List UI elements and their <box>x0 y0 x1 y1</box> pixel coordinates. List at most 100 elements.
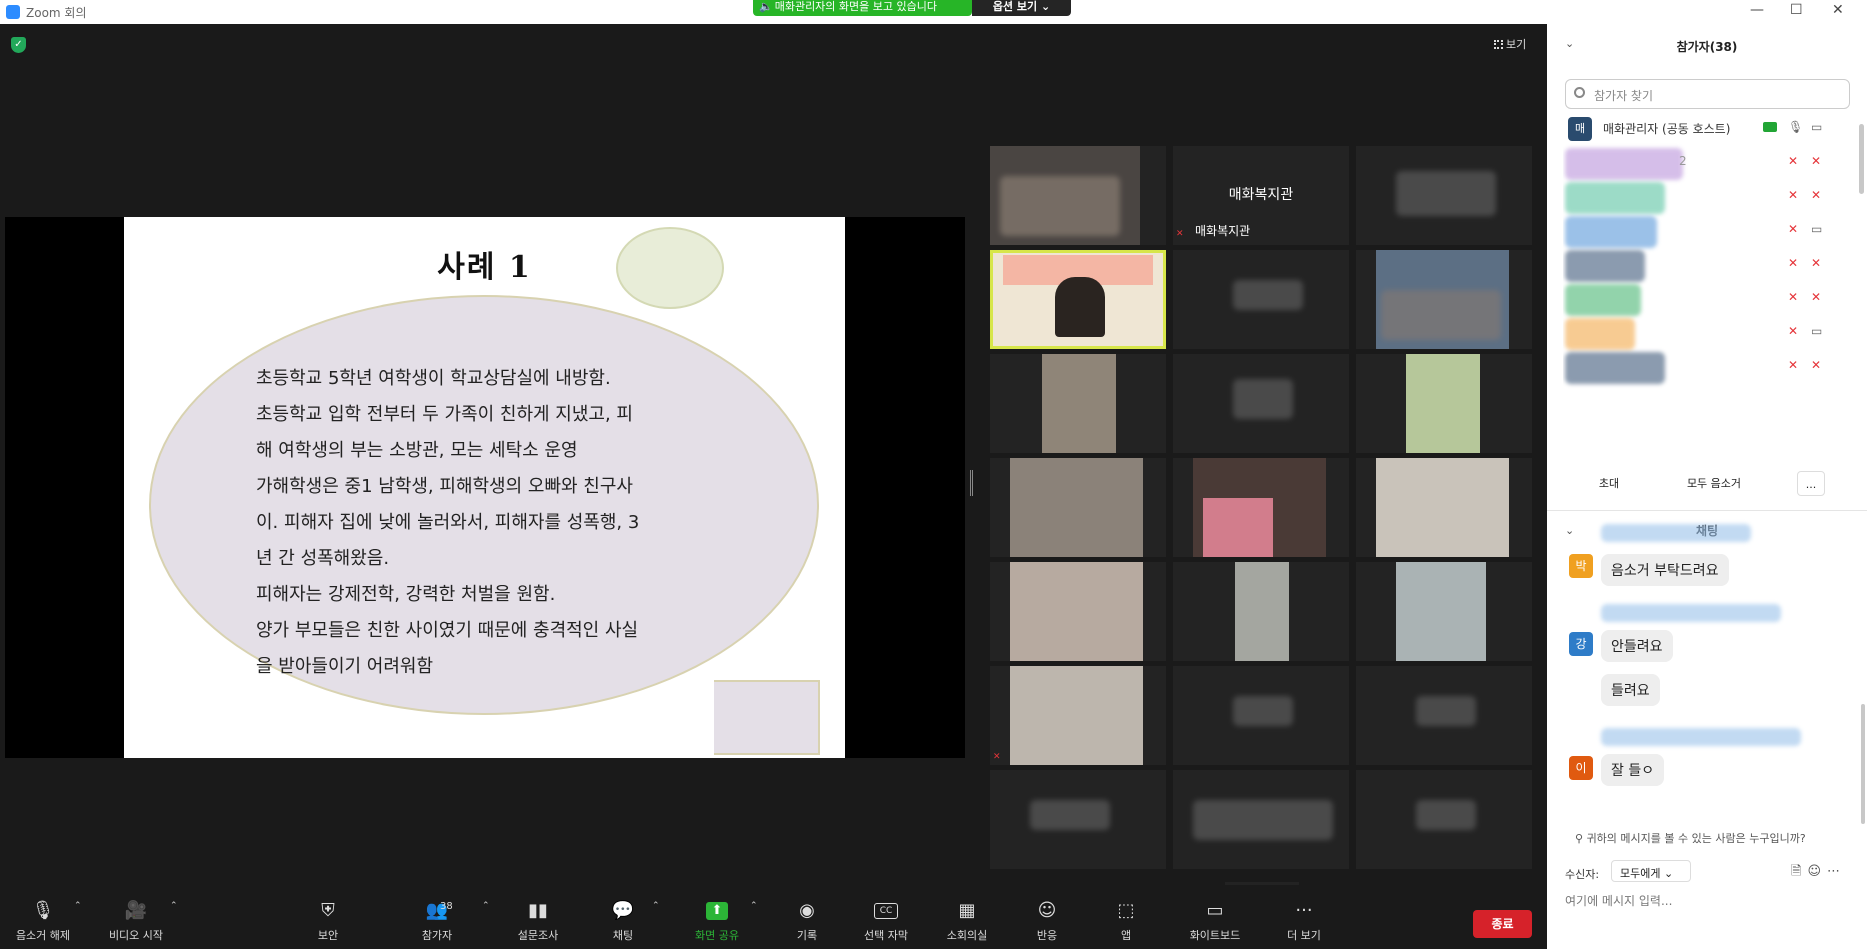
participant-tile[interactable] <box>1173 770 1349 869</box>
participant-name: 매화관리자 (공동 호스트) <box>1603 122 1731 136</box>
chat-button[interactable]: 💬 채팅 ⌃ <box>608 899 660 947</box>
participant-tile[interactable] <box>1173 562 1349 661</box>
participant-list: 매 매화관리자 (공동 호스트) 🎙 ▭ 2 ✕ ✕ ✕ ✕ ✕ ▭ ✕ ✕ ✕… <box>1563 114 1853 454</box>
participant-row[interactable]: ✕ ▭ <box>1563 216 1853 250</box>
share-screen-label: 화면 공유 <box>695 929 739 942</box>
participant-tile[interactable]: 매화복지관 ✕ 매화복지관 <box>1173 146 1349 245</box>
caret-up-icon[interactable]: ⌃ <box>74 901 82 911</box>
muted-mic-icon: ✕ <box>993 752 1001 762</box>
participant-tile[interactable] <box>990 458 1166 557</box>
emoji-icon[interactable]: ☺ <box>1807 864 1827 879</box>
participant-list-scrollbar[interactable] <box>1859 124 1864 194</box>
split-view-divider[interactable] <box>970 470 973 496</box>
caret-up-icon[interactable]: ⌃ <box>170 901 178 911</box>
participant-tile[interactable] <box>1356 458 1532 557</box>
participant-row[interactable]: ✕ ✕ <box>1563 250 1853 284</box>
security-label: 보안 <box>317 929 339 942</box>
invite-button[interactable]: 초대 <box>1589 471 1629 496</box>
breakout-grid-icon: ▦ <box>958 900 976 921</box>
share-screen-button[interactable]: ⬆ 화면 공유 ⌃ <box>690 899 758 947</box>
participant-tile[interactable] <box>1173 354 1349 453</box>
mute-all-button[interactable]: 모두 음소거 <box>1667 471 1761 496</box>
recipient-label: 수신자: <box>1565 868 1600 881</box>
active-speaker-tile[interactable] <box>990 250 1166 349</box>
avatar: 이 <box>1569 756 1593 780</box>
view-button[interactable]: 보기 <box>1494 36 1526 52</box>
participant-tile[interactable]: ✕ <box>990 666 1166 765</box>
participant-row[interactable]: 2 ✕ ✕ <box>1563 148 1853 182</box>
participants-button[interactable]: 👥 38 참가자 ⌃ <box>412 899 490 947</box>
chat-message-input[interactable]: 여기에 메시지 입력... <box>1565 892 1845 909</box>
security-button[interactable]: ⛨ 보안 <box>308 899 348 947</box>
avatar: 강 <box>1569 632 1593 656</box>
muted-mic-icon: ✕ <box>1788 154 1799 168</box>
encryption-shield-icon[interactable]: ✓ <box>11 37 26 53</box>
presentation-slide: 사례 1 초등학교 5학년 여학생이 학교상담실에 내방함. 초등학교 입학 전… <box>124 217 845 758</box>
recipient-select[interactable]: 모두에게 ⌄ <box>1611 860 1691 882</box>
slide-line: 년 간 성폭해왔음. <box>256 548 390 569</box>
blurred-region <box>1233 696 1293 726</box>
start-video-button[interactable]: 🎥 비디오 시작 ⌃ <box>100 899 178 947</box>
whiteboard-button[interactable]: ▭ 화이트보드 <box>1184 899 1246 947</box>
participants-more-button[interactable]: ... <box>1797 471 1825 496</box>
maximize-button[interactable]: ☐ <box>1790 2 1803 18</box>
polls-button[interactable]: ▮▮ 설문조사 <box>512 899 564 947</box>
apps-button[interactable]: ⬚ 앱 <box>1116 899 1136 947</box>
participant-video <box>1406 354 1480 453</box>
screen-share-banner: 🔈 매화관리자의 화면을 보고 있습니다 <box>753 0 972 16</box>
close-button[interactable]: ✕ <box>1832 2 1844 18</box>
participant-tile[interactable] <box>990 354 1166 453</box>
whiteboard-icon: ▭ <box>1206 900 1224 921</box>
participant-tile[interactable] <box>1356 562 1532 661</box>
speech-bubble-tail <box>714 680 820 755</box>
caret-up-icon[interactable]: ⌃ <box>482 901 490 911</box>
participants-label: 참가자 <box>421 929 453 942</box>
participant-tile[interactable] <box>1356 354 1532 453</box>
video-icon: ▭ <box>1811 120 1823 134</box>
breakout-rooms-button[interactable]: ▦ 소회의실 <box>942 899 992 947</box>
view-options-button[interactable]: 옵션 보기 ⌄ <box>972 0 1071 16</box>
unmute-button[interactable]: 🎙 음소거 해제 ⌃ <box>8 899 82 947</box>
slide-line: 피해자는 강제전학, 강력한 처벌을 원함. <box>256 584 556 605</box>
chat-tools: 🗎☺⋯ <box>1791 862 1846 884</box>
record-button[interactable]: ◉ 기록 <box>792 899 822 947</box>
search-icon <box>1574 87 1585 98</box>
participant-tile[interactable] <box>1173 458 1349 557</box>
participant-row[interactable]: ✕ ▭ <box>1563 318 1853 352</box>
slide-line: 초등학교 5학년 여학생이 학교상담실에 내방함. <box>256 368 611 389</box>
who-can-see-link[interactable]: ⚲ 귀하의 메시지를 볼 수 있는 사람은 누구입니까? <box>1575 830 1806 846</box>
blurred-region <box>1416 696 1476 726</box>
more-dots-icon[interactable]: ⋯ <box>1827 864 1846 879</box>
participant-search-input[interactable]: 참가자 찾기 <box>1565 79 1850 109</box>
participant-row[interactable]: ✕ ✕ <box>1563 352 1853 386</box>
blurred-name <box>1565 148 1683 180</box>
participant-row[interactable]: ✕ ✕ <box>1563 284 1853 318</box>
participant-tile[interactable] <box>990 770 1166 869</box>
end-meeting-button[interactable]: 종료 <box>1473 910 1532 938</box>
participant-tile[interactable] <box>990 562 1166 661</box>
captions-button[interactable]: CC 선택 자막 <box>858 899 914 947</box>
video-off-icon: ✕ <box>1811 256 1822 270</box>
participant-tile[interactable] <box>1356 666 1532 765</box>
blurred-region <box>1233 280 1303 310</box>
more-dots-icon: ··· <box>1295 900 1313 921</box>
caret-up-icon[interactable]: ⌃ <box>750 901 758 911</box>
reactions-button[interactable]: ☺ 반응 <box>1034 899 1060 947</box>
captions-label: 선택 자막 <box>864 929 908 942</box>
chat-message: 잘 들ㅇ <box>1601 754 1665 786</box>
minimize-button[interactable]: — <box>1750 2 1764 18</box>
reactions-label: 반응 <box>1036 929 1058 942</box>
participant-row-host[interactable]: 매 매화관리자 (공동 호스트) 🎙 ▭ <box>1563 114 1853 148</box>
chat-scrollbar[interactable] <box>1861 704 1865 824</box>
caret-up-icon[interactable]: ⌃ <box>652 901 660 911</box>
participant-tile[interactable] <box>990 146 1166 245</box>
participant-row[interactable]: ✕ ✕ <box>1563 182 1853 216</box>
participant-tile[interactable] <box>1356 250 1532 349</box>
file-icon[interactable]: 🗎 <box>1791 864 1807 879</box>
participant-tile[interactable] <box>1356 146 1532 245</box>
more-button[interactable]: ··· 더 보기 <box>1284 899 1324 947</box>
participant-tile[interactable] <box>1173 666 1349 765</box>
participant-tile[interactable] <box>1173 250 1349 349</box>
video-off-icon: ✕ <box>1811 188 1822 202</box>
participant-tile[interactable] <box>1356 770 1532 869</box>
